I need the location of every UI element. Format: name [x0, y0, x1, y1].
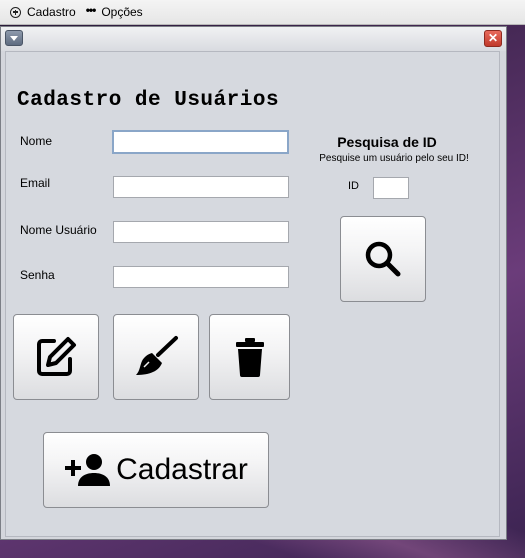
name-input[interactable]	[112, 130, 289, 154]
email-label: Email	[20, 176, 51, 190]
edit-button[interactable]	[13, 314, 99, 400]
plus-circle-icon	[10, 6, 21, 18]
edit-icon	[37, 337, 76, 376]
search-button[interactable]	[340, 216, 426, 302]
search-icon	[365, 241, 401, 277]
window-titlebar: ✕	[1, 27, 506, 51]
id-label: ID	[348, 180, 359, 192]
username-input[interactable]	[113, 221, 289, 243]
internal-window: ✕ Cadastro de Usuários Nome Email Nome U…	[0, 26, 507, 540]
delete-button[interactable]	[209, 314, 290, 400]
id-input[interactable]	[373, 177, 409, 199]
page-title: Cadastro de Usuários	[17, 89, 280, 112]
menu-opcoes[interactable]: ••• Opções	[85, 3, 143, 19]
add-user-icon	[65, 454, 111, 486]
broom-icon	[136, 336, 178, 375]
email-input[interactable]	[113, 176, 289, 198]
more-dots-icon: •••	[85, 3, 97, 17]
menu-cadastro[interactable]: Cadastro	[10, 5, 76, 19]
search-title: Pesquisa de ID	[337, 134, 437, 150]
username-label: Nome Usuário	[20, 223, 97, 237]
trash-icon	[235, 338, 264, 377]
menu-opcoes-label: Opções	[101, 5, 143, 19]
menu-cadastro-label: Cadastro	[27, 5, 76, 19]
window-menu-button[interactable]	[5, 30, 23, 46]
clear-button[interactable]	[113, 314, 199, 400]
password-label: Senha	[20, 268, 55, 282]
menu-bar: Cadastro ••• Opções	[0, 0, 525, 25]
password-input[interactable]	[113, 266, 289, 288]
register-button[interactable]: Cadastrar	[43, 432, 269, 508]
search-subtitle: Pesquise um usuário pelo seu ID!	[319, 153, 469, 164]
close-button[interactable]: ✕	[484, 30, 502, 47]
register-button-label: Cadastrar	[116, 453, 248, 486]
name-label: Nome	[20, 134, 53, 148]
